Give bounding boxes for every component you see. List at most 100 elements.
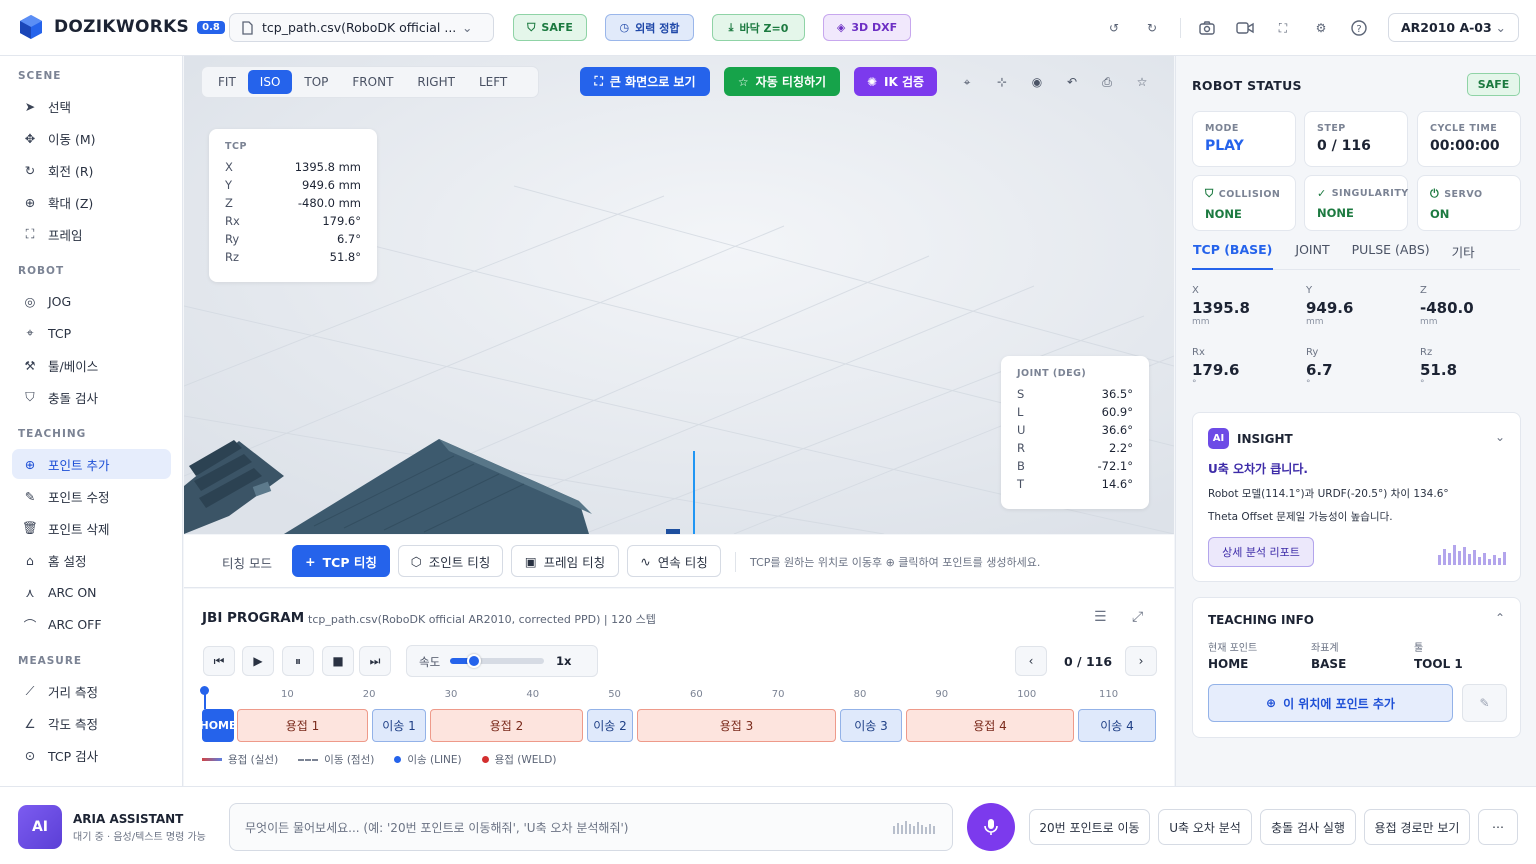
sidebar-item-arc-off[interactable]: ⌒ ARC OFF [12,609,171,639]
layers-icon: ◈ [836,21,846,34]
sidebar-item-arc-on[interactable]: ⋏ ARC ON [12,577,171,607]
timeline-segment[interactable]: 이송 4 [1078,709,1156,742]
timeline-segment[interactable]: 이송 3 [840,709,902,742]
status-card-value: NONE [1205,207,1242,221]
skip-start-button[interactable]: ⏮ [203,646,235,676]
tab-pulse[interactable]: PULSE (ABS) [1352,242,1430,269]
timeline-segment[interactable]: 이송 2 [587,709,633,742]
sidebar-item-select[interactable]: ➤ 선택 [12,91,171,121]
sidebar-item-tcp[interactable]: ⌖ TCP [12,318,171,348]
view-top-button[interactable]: TOP [292,70,340,94]
quick-goto-20-button[interactable]: 20번 포인트로 이동 [1029,809,1150,845]
fullscreen-icon[interactable]: ⛶ [1272,17,1294,39]
timeline-segment[interactable]: 이송 1 [372,709,426,742]
gear-icon[interactable]: ⚙ [1310,17,1332,39]
expand-icon[interactable]: ⤢ [1132,609,1143,625]
tab-tcp-base[interactable]: TCP (BASE) [1192,242,1274,270]
view-fit-button[interactable]: FIT [206,70,248,94]
continuous-teach-button[interactable]: ∿ 연속 티칭 [627,545,721,577]
sidebar-item-add-point[interactable]: ⊕ 포인트 추가 [12,449,171,479]
chevron-up-icon[interactable]: ⌃ [1495,611,1505,625]
floor-chip[interactable]: ⤓ 바닥 Z=0 [712,14,805,41]
3d-viewport[interactable]: TCP X 1395.8 mm Y 949.6 mm Z -480.0 mm Rx 179.6… [184,56,1174,534]
timeline-segment[interactable]: HOME [199,709,237,742]
stop-button[interactable]: ■ [322,646,354,676]
speed-slider[interactable] [450,654,544,668]
snapshot-icon[interactable]: ⎙ [1097,72,1117,92]
sidebar-item-tool-base[interactable]: ⚒ 툴/베이스 [12,350,171,380]
help-icon[interactable]: ? [1348,17,1370,39]
calibration-chip[interactable]: ◷ 외력 정합 [605,14,694,41]
insight-title: INSIGHT [1237,432,1293,446]
chevron-down-icon[interactable]: ⌄ [1495,430,1505,444]
favorite-icon[interactable]: ☆ [1132,72,1152,92]
tcp-value-number: 51.8 [1420,361,1458,379]
frame-teach-button[interactable]: ▣ 프레임 티칭 [511,545,619,577]
sidebar-item-zoom[interactable]: ⊕ 확대 (Z) [12,187,171,217]
quick-u-axis-button[interactable]: U축 오차 분석 [1158,809,1252,845]
sidebar-item-angle[interactable]: ∠ 각도 측정 [12,708,171,738]
auto-teach-button[interactable]: ☆ 자동 티칭하기 [724,67,840,96]
next-step-button[interactable]: › [1125,646,1157,676]
microphone-button[interactable] [967,803,1015,851]
sidebar-item-jog[interactable]: ◎ JOG [12,286,171,316]
sidebar-item-collision[interactable]: ⛉ 충돌 검사 [12,382,171,412]
timeline-segment[interactable]: 용접 3 [637,709,836,742]
add-point-here-button[interactable]: ⊕ 이 위치에 포인트 추가 [1208,684,1453,722]
eye-icon[interactable]: ◉ [1027,72,1047,92]
edit-icon[interactable]: ✎ [1462,684,1507,722]
crosshair-icon[interactable]: ⌖ [957,72,977,92]
reset-view-icon[interactable]: ↶ [1062,72,1082,92]
tab-etc[interactable]: 기타 [1452,242,1475,269]
assistant-status: 대기 중 · 음성/텍스트 명령 가능 [73,832,206,843]
status-card-label-text: SERVO [1444,188,1483,200]
app-name: DOZIKWORKS [54,17,190,37]
fullscreen-view-button[interactable]: ⛶ 큰 화면으로 보기 [580,67,710,96]
sidebar-item-move[interactable]: ✥ 이동 (M) [12,123,171,153]
safe-chip[interactable]: ⛉ SAFE [513,14,587,41]
file-icon [242,20,253,35]
play-button[interactable]: ▶ [242,646,274,676]
quick-weld-path-button[interactable]: 용접 경로만 보기 [1364,809,1470,845]
timeline-segment[interactable]: 용접 2 [430,709,583,742]
sidebar-item-edit-point[interactable]: ✎ 포인트 수정 [12,481,171,511]
view-iso-button[interactable]: ISO [247,70,293,94]
list-icon[interactable]: ☰ [1094,609,1107,625]
pause-button[interactable]: ⏸ [282,646,314,676]
camera-icon[interactable] [1196,17,1218,39]
detail-report-button[interactable]: 상세 분석 리포트 [1208,537,1314,567]
sidebar-item-distance[interactable]: ⟋ 거리 측정 [12,676,171,706]
view-right-button[interactable]: RIGHT [405,70,467,94]
dxf-chip[interactable]: ◈ 3D DXF [823,14,911,41]
section-scene: SCENE [18,70,62,82]
sidebar-item-rotate[interactable]: ↻ 회전 (R) [12,155,171,185]
tcp-teach-button[interactable]: + TCP 티칭 [292,545,390,577]
sidebar-item-home[interactable]: ⌂ 홈 설정 [12,545,171,575]
sparkle-icon: ✺ [866,74,878,89]
robot-select[interactable]: AR2010 A-03 ⌄ [1388,13,1519,42]
speed-value: 1x [556,654,572,668]
assistant-input[interactable]: 무엇이든 물어보세요... (예: '20번 포인트로 이동해줘', 'U축 오… [229,803,953,851]
undo-icon[interactable]: ↺ [1103,17,1125,39]
quick-collision-button[interactable]: 충돌 검사 실행 [1260,809,1356,845]
redo-icon[interactable]: ↻ [1141,17,1163,39]
video-icon[interactable] [1234,17,1256,39]
sidebar-item-frame[interactable]: ⛶ 프레임 [12,219,171,249]
file-select[interactable]: tcp_path.csv(RoboDK official ... ⌄ [229,13,494,42]
joint-teach-button[interactable]: ⬡ 조인트 티칭 [398,545,503,577]
sidebar-item-tcp-check[interactable]: ⊙ TCP 검사 [12,740,171,770]
skip-end-button[interactable]: ⏭ [359,646,391,676]
joint-row-value: -72.1° [1097,459,1133,473]
view-front-button[interactable]: FRONT [340,70,405,94]
tab-joint[interactable]: JOINT [1295,242,1329,269]
view-left-button[interactable]: LEFT [467,70,519,94]
more-icon[interactable]: ⋯ [1478,809,1518,845]
tcp-row-value: -480.0 mm [297,196,361,210]
locate-icon[interactable]: ⊹ [992,72,1012,92]
ik-verify-button[interactable]: ✺ IK 검증 [854,67,937,96]
speed-slider-knob[interactable] [466,654,481,668]
timeline-segment[interactable]: 용접 1 [237,709,368,742]
timeline-segment[interactable]: 용접 4 [906,709,1074,742]
prev-step-button[interactable]: ‹ [1015,646,1047,676]
sidebar-item-delete-point[interactable]: 🗑 포인트 삭제 [12,513,171,543]
